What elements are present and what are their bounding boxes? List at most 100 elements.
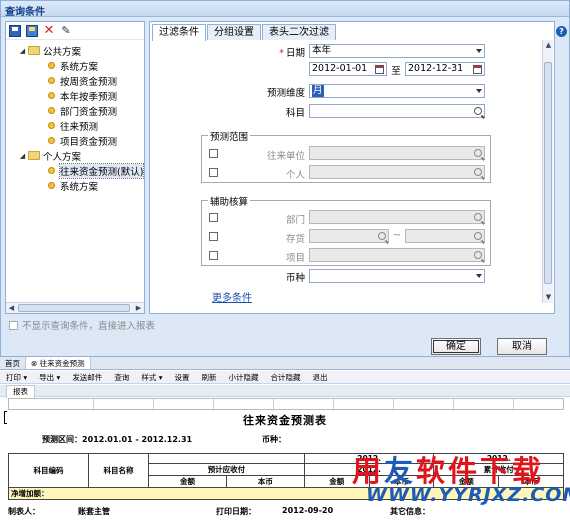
tree-item[interactable]: 系统方案 — [48, 178, 98, 193]
scheme-tree-panel: ✕ ✎ ◢ 公共方案 系统方案 按周资金预测 本年按季预测 部门资金预测 往来预… — [5, 21, 145, 314]
no-show-option[interactable]: 不显示查询条件，直接进入报表 — [9, 318, 155, 332]
other-info-label: 其它信息： — [390, 507, 430, 516]
query-button[interactable]: 查询 — [108, 371, 135, 383]
scroll-thumb[interactable] — [18, 304, 130, 312]
header-receivable: 预计应收付 — [148, 463, 305, 476]
calendar-icon[interactable] — [473, 65, 482, 74]
subject-label: 科目 — [285, 108, 305, 119]
department-checkbox[interactable] — [209, 213, 218, 222]
scroll-right-icon[interactable]: ▶ — [134, 304, 143, 313]
report-currency: 币种： — [262, 435, 286, 444]
tree-group-public[interactable]: ◢ 公共方案 — [18, 43, 81, 58]
tree-item[interactable]: 系统方案 — [48, 58, 98, 73]
calendar-icon[interactable] — [375, 65, 384, 74]
tree-item-selected[interactable]: 往来资金预测(默认) — [48, 162, 145, 179]
tree-item[interactable]: 部门资金预测 — [48, 103, 117, 118]
tab-group-settings[interactable]: 分组设置 — [207, 24, 261, 40]
settings-button[interactable]: 设置 — [168, 371, 195, 383]
watermark-url: WWW.YYRJXZ.COM — [366, 484, 570, 506]
report-toolbar: 打印 ▾ 导出 ▾ 发送邮件 查询 样式 ▾ 设置 刷新 小计隐藏 合计隐藏 退… — [0, 371, 570, 384]
edit-icon[interactable]: ✎ — [60, 24, 72, 37]
inventory-from-input — [309, 229, 389, 243]
tree-item[interactable]: 项目资金预测 — [48, 133, 117, 148]
report-range: 预测区间：2012.01.01 - 2012.12.31 — [42, 435, 193, 444]
contact-unit-checkbox[interactable] — [209, 149, 218, 158]
folder-icon — [28, 151, 40, 160]
person-input — [309, 165, 485, 179]
tree-item[interactable]: 本年按季预测 — [48, 88, 117, 103]
tab-home[interactable]: 首页 — [0, 357, 26, 369]
scroll-down-icon[interactable]: ▼ — [544, 293, 553, 302]
ok-button[interactable]: 确定 — [431, 338, 481, 355]
header-subject-code: 科目编码 — [8, 453, 89, 488]
inventory-to-input — [405, 229, 485, 243]
forecast-dimension-select[interactable]: 月 — [309, 84, 485, 98]
supervisor-label: 账套主管 — [78, 507, 110, 516]
tree-horizontal-scrollbar[interactable]: ◀ ▶ — [6, 302, 144, 313]
person-label: 个人 — [285, 170, 305, 181]
delete-icon[interactable]: ✕ — [43, 24, 55, 37]
collapse-icon[interactable]: ◢ — [18, 47, 27, 55]
export-button[interactable]: 导出 ▾ — [33, 371, 66, 383]
date-separator: 至 — [391, 66, 401, 77]
query-dialog: 查询条件 ✕ ✎ ◢ 公共方案 系统方案 按周资金预测 本年按季预测 部门资金预… — [0, 0, 570, 357]
report-subtabs: 报表 — [0, 385, 570, 398]
filter-vertical-scrollbar[interactable]: ▲ ▼ — [542, 40, 553, 303]
project-input — [309, 248, 485, 262]
cancel-button[interactable]: 取消 — [497, 338, 547, 355]
help-icon[interactable]: ? — [556, 26, 567, 37]
scroll-thumb[interactable] — [544, 62, 552, 284]
print-date-value: 2012-09-20 — [282, 506, 334, 515]
print-date-label: 打印日期： — [216, 507, 256, 516]
save-as-icon[interactable] — [26, 24, 38, 37]
tab-filter-conditions[interactable]: 过滤条件 — [152, 24, 206, 41]
currency-label: 币种 — [285, 273, 305, 284]
header-subject-name: 科目名称 — [88, 453, 149, 488]
date-to-input[interactable]: 2012-12-31 — [405, 62, 485, 76]
search-icon — [378, 232, 386, 240]
search-icon — [474, 213, 482, 221]
send-mail-button[interactable]: 发送邮件 — [66, 371, 108, 383]
dropdown-arrow-icon — [476, 89, 482, 93]
folder-icon — [28, 46, 40, 55]
date-from-input[interactable]: 2012-01-01 — [309, 62, 387, 76]
inventory-label: 存货 — [285, 234, 305, 245]
scheme-dot-icon — [48, 137, 55, 144]
tree-toolbar: ✕ ✎ — [6, 22, 144, 40]
save-icon[interactable] — [9, 24, 21, 37]
project-checkbox[interactable] — [209, 251, 218, 260]
collapse-icon[interactable]: ◢ — [18, 152, 27, 160]
print-button[interactable]: 打印 ▾ — [0, 371, 33, 383]
subject-input[interactable] — [309, 104, 485, 118]
dialog-title-bar: 查询条件 — [1, 1, 569, 18]
no-show-checkbox[interactable] — [9, 320, 18, 330]
project-label: 项目 — [285, 253, 305, 264]
hide-subtotal-button[interactable]: 小计隐藏 — [222, 371, 264, 383]
dropdown-arrow-icon — [476, 274, 482, 278]
tree-group-personal[interactable]: ◢ 个人方案 — [18, 148, 81, 163]
more-conditions-link[interactable]: 更多条件 — [212, 289, 252, 304]
exit-button[interactable]: 退出 — [306, 371, 333, 383]
column-ruler — [8, 398, 564, 411]
inventory-checkbox[interactable] — [209, 232, 218, 241]
tab-contact-forecast[interactable]: ⊗ 往来资金预测 — [26, 357, 91, 369]
date-range-select[interactable]: 本年 — [309, 44, 485, 58]
search-icon[interactable] — [474, 107, 482, 115]
close-icon[interactable]: ⊗ — [31, 359, 40, 368]
scheme-dot-icon — [48, 107, 55, 114]
report-title: 往来资金预测表 — [243, 414, 327, 427]
scroll-up-icon[interactable]: ▲ — [544, 41, 553, 50]
hide-total-button[interactable]: 合计隐藏 — [264, 371, 306, 383]
tree-item[interactable]: 往来预测 — [48, 118, 98, 133]
scheme-dot-icon — [48, 182, 55, 189]
currency-select[interactable] — [309, 269, 485, 283]
search-icon — [474, 149, 482, 157]
tree-item[interactable]: 按周资金预测 — [48, 73, 117, 88]
refresh-button[interactable]: 刷新 — [195, 371, 222, 383]
tab-header-filter[interactable]: 表头二次过滤 — [262, 24, 336, 40]
style-button[interactable]: 样式 ▾ — [135, 371, 168, 383]
maker-label: 制表人： — [8, 507, 40, 516]
scroll-left-icon[interactable]: ◀ — [7, 304, 16, 313]
tab-report[interactable]: 报表 — [6, 385, 35, 398]
person-checkbox[interactable] — [209, 168, 218, 177]
